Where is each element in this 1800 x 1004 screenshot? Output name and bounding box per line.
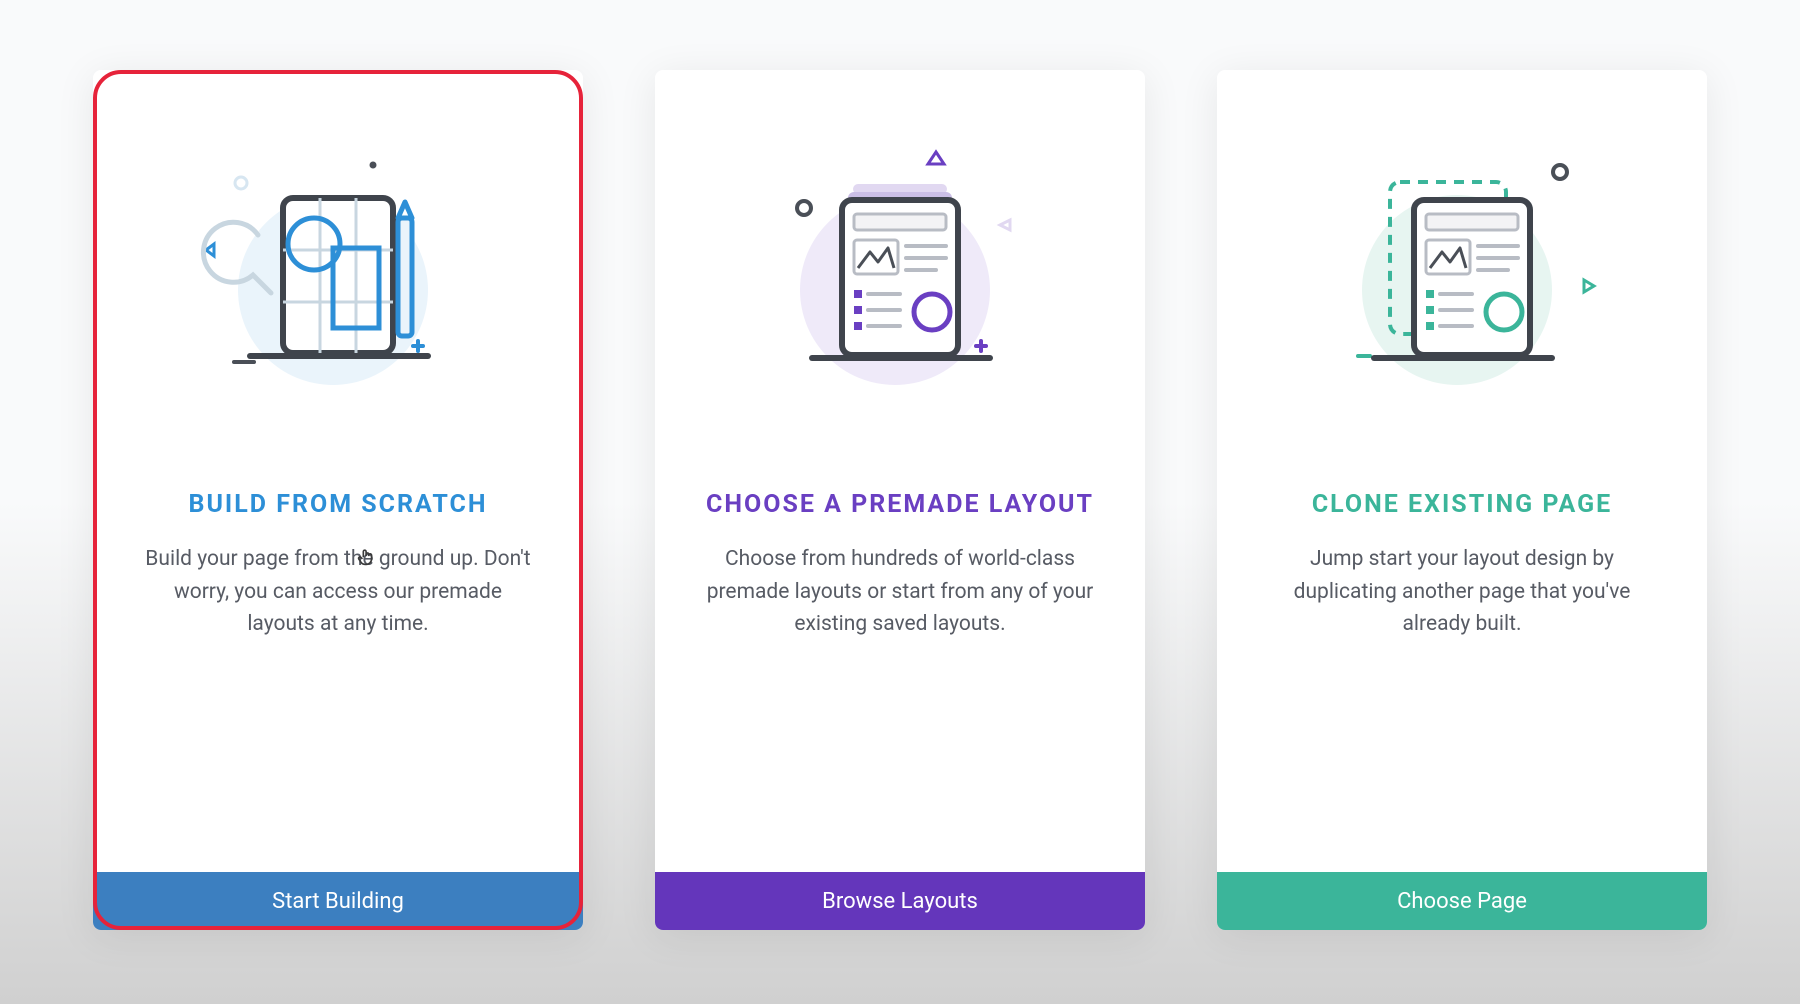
button-label: Browse Layouts: [822, 889, 978, 914]
start-building-button[interactable]: Start Building: [93, 872, 583, 930]
card-clone-page[interactable]: CLONE EXISTING PAGE Jump start your layo…: [1217, 70, 1707, 930]
card-build-from-scratch[interactable]: BUILD FROM SCRATCH Build your page from …: [93, 70, 583, 930]
cards-container: BUILD FROM SCRATCH Build your page from …: [53, 70, 1747, 930]
card-body: BUILD FROM SCRATCH Build your page from …: [93, 70, 583, 872]
premade-layout-icon: [760, 140, 1040, 430]
card-description: Jump start your layout design by duplica…: [1253, 543, 1671, 641]
button-label: Choose Page: [1397, 889, 1527, 914]
card-description: Choose from hundreds of world-class prem…: [691, 543, 1109, 641]
card-body: CHOOSE A PREMADE LAYOUT Choose from hund…: [655, 70, 1145, 872]
card-premade-layout[interactable]: CHOOSE A PREMADE LAYOUT Choose from hund…: [655, 70, 1145, 930]
choose-page-button[interactable]: Choose Page: [1217, 872, 1707, 930]
scratch-document-icon: [198, 140, 478, 430]
card-title: CLONE EXISTING PAGE: [1312, 490, 1612, 519]
card-description: Build your page from the ground up. Don'…: [129, 543, 547, 641]
card-title: BUILD FROM SCRATCH: [188, 490, 487, 519]
card-body: CLONE EXISTING PAGE Jump start your layo…: [1217, 70, 1707, 872]
clone-page-icon: [1322, 140, 1602, 430]
card-title: CHOOSE A PREMADE LAYOUT: [706, 490, 1094, 519]
browse-layouts-button[interactable]: Browse Layouts: [655, 872, 1145, 930]
button-label: Start Building: [272, 889, 404, 914]
